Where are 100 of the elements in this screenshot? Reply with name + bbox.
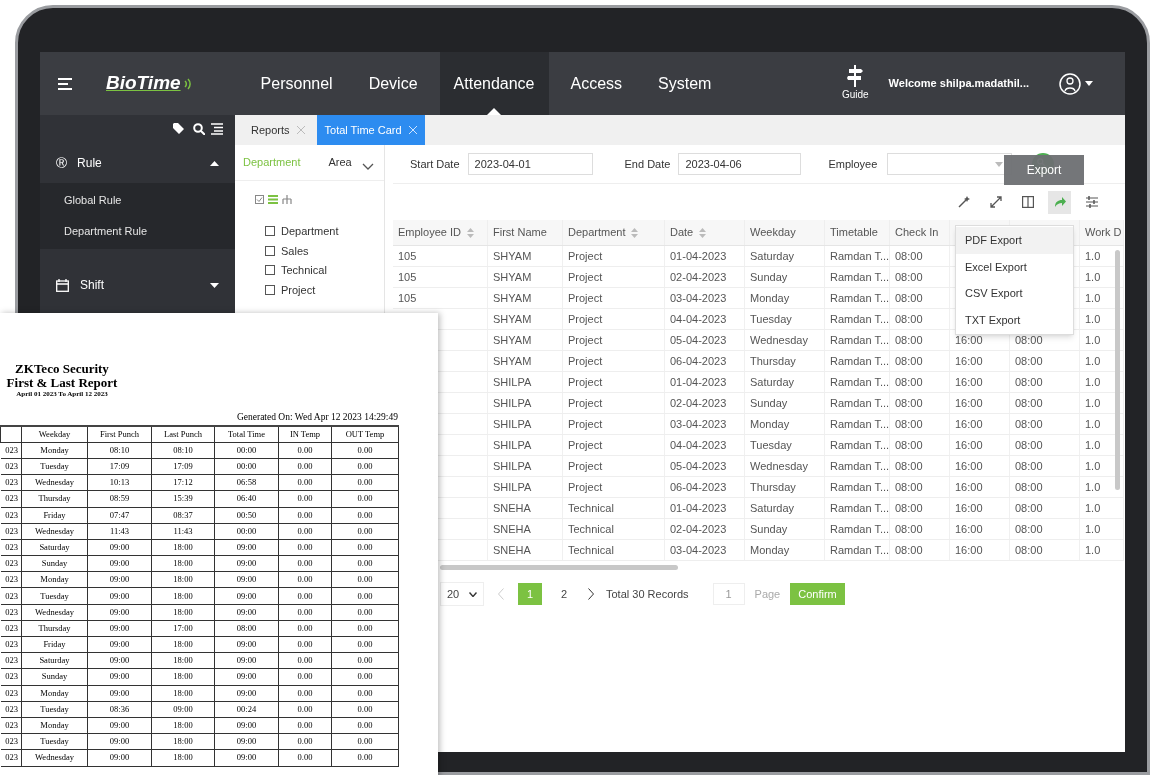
- table-cell: Project: [563, 309, 665, 329]
- search-icon[interactable]: [193, 123, 205, 135]
- hierarchy-icon[interactable]: [282, 194, 292, 204]
- checkbox[interactable]: [265, 265, 275, 276]
- table-cell: Technical: [563, 519, 665, 539]
- table-cell: Monday: [745, 414, 825, 434]
- chevron-down-icon[interactable]: [361, 163, 374, 170]
- table-cell: 09:00: [214, 668, 279, 686]
- menu-icon[interactable]: [58, 77, 72, 90]
- column-header: Last Punch: [151, 426, 215, 443]
- table-cell: SHILPA: [488, 456, 563, 476]
- tree-item[interactable]: Sales: [265, 242, 384, 259]
- guide-button[interactable]: Guide: [841, 65, 869, 102]
- table-cell: Saturday: [21, 539, 88, 556]
- nav-tab[interactable]: Attendance: [439, 52, 549, 115]
- tree-item[interactable]: Project: [265, 281, 384, 298]
- menu-item[interactable]: PDF Export: [956, 227, 1073, 254]
- chevron-right-icon[interactable]: [588, 588, 594, 600]
- table-cell: 0.00: [278, 620, 332, 637]
- table-cell: 01-04-2023: [665, 498, 745, 518]
- table-cell: 0.00: [331, 458, 399, 475]
- nav-tab[interactable]: Personnel: [246, 52, 347, 115]
- menu-item[interactable]: TXT Export: [956, 306, 1073, 333]
- table-cell: Wednesday: [745, 456, 825, 476]
- records-count: Total 30 Records: [606, 586, 689, 602]
- page-button[interactable]: 2: [552, 583, 576, 605]
- user-avatar-icon[interactable]: [1059, 72, 1081, 95]
- column-header[interactable]: Employee ID: [393, 220, 488, 245]
- checkbox[interactable]: [265, 245, 275, 256]
- table-cell: 16:00: [950, 477, 1010, 497]
- nav-tab[interactable]: Access: [556, 52, 637, 115]
- table-cell: 18:00: [151, 733, 215, 750]
- table-cell: 09:00: [214, 555, 279, 572]
- scrollbar[interactable]: [1115, 250, 1120, 490]
- column-header[interactable]: Weekday: [745, 220, 825, 245]
- share-arrow-icon: [1053, 196, 1066, 208]
- table-cell: 08:00: [890, 309, 950, 329]
- notch-icon: [487, 108, 502, 115]
- table-cell: 11:43: [87, 523, 152, 540]
- checkbox[interactable]: [265, 284, 275, 295]
- nav-tab[interactable]: System: [644, 52, 726, 115]
- column-header: Weekday: [21, 426, 88, 443]
- table-cell: 18:00: [151, 636, 215, 653]
- table-cell: 08:10: [87, 442, 152, 459]
- page-size-select[interactable]: 20: [440, 582, 484, 606]
- date-field[interactable]: 2023-04-01: [467, 153, 593, 175]
- sidebar-item[interactable]: Shift: [40, 265, 235, 305]
- table-cell: 02-04-2023: [665, 393, 745, 413]
- column-header[interactable]: Department: [563, 220, 665, 245]
- panel-tab[interactable]: Area: [328, 154, 352, 171]
- column-header[interactable]: Check In: [890, 220, 950, 245]
- table-cell: Wednesday: [21, 523, 88, 540]
- caret-icon[interactable]: [1085, 81, 1093, 86]
- sliders-icon: [1085, 196, 1098, 208]
- table-cell: 09:00: [214, 717, 279, 734]
- column-header[interactable]: Timetable: [825, 220, 890, 245]
- list-icon[interactable]: [211, 123, 223, 135]
- employee-select[interactable]: [887, 153, 1013, 175]
- table-cell: 08:00: [890, 267, 950, 287]
- date-field[interactable]: 2023-04-06: [678, 153, 802, 175]
- table-cell: 08:00: [1010, 477, 1080, 497]
- sidebar-subitem[interactable]: Department Rule: [40, 216, 235, 247]
- table-cell: 0.00: [331, 701, 399, 718]
- tree-item[interactable]: Department: [265, 223, 384, 240]
- table-cell: 023: [0, 571, 22, 588]
- table-cell: 18:00: [151, 587, 215, 605]
- column-header[interactable]: First Name: [488, 220, 563, 245]
- tab[interactable]: Reports: [243, 115, 313, 145]
- checklist-icon[interactable]: [255, 194, 264, 204]
- table-cell: 18:00: [151, 668, 215, 686]
- checkbox[interactable]: [265, 226, 275, 237]
- table-cell: 0.00: [331, 507, 399, 524]
- menu-item[interactable]: Excel Export: [956, 253, 1073, 280]
- tree-item[interactable]: Technical: [265, 262, 384, 279]
- table-cell: 17:12: [151, 474, 215, 491]
- tag-icon[interactable]: [173, 123, 187, 135]
- sidebar-item[interactable]: ® Rule: [40, 143, 235, 183]
- table-cell: 09:00: [214, 749, 279, 766]
- scrollbar[interactable]: [440, 565, 678, 570]
- menu-item[interactable]: CSV Export: [956, 280, 1073, 307]
- table-cell: 17:09: [151, 458, 215, 475]
- table-cell: SHILPA: [488, 435, 563, 455]
- calendar-icon: [56, 278, 69, 292]
- table-cell: 105: [393, 267, 488, 287]
- table-cell: 18:00: [151, 604, 215, 621]
- sidebar-subitem[interactable]: Global Rule: [40, 185, 235, 216]
- table-cell: 09:00: [214, 652, 279, 669]
- table-cell: 00:24: [214, 701, 279, 718]
- column-header[interactable]: Date: [665, 220, 745, 245]
- nav-tab[interactable]: Device: [354, 52, 432, 115]
- table-cell: 16:00: [950, 414, 1010, 434]
- table-cell: Technical: [563, 540, 665, 560]
- table-cell: Project: [563, 435, 665, 455]
- share-arrow-button[interactable]: [1048, 190, 1071, 214]
- generated-on-text: Generated On: Wed Apr 12 2023 14:29:49: [235, 411, 398, 424]
- column-header[interactable]: Work D: [1080, 220, 1124, 245]
- table-cell: 18:00: [151, 749, 215, 766]
- close-icon: [296, 126, 305, 134]
- sort-icon: [699, 227, 707, 238]
- table-cell: 0.00: [278, 507, 332, 524]
